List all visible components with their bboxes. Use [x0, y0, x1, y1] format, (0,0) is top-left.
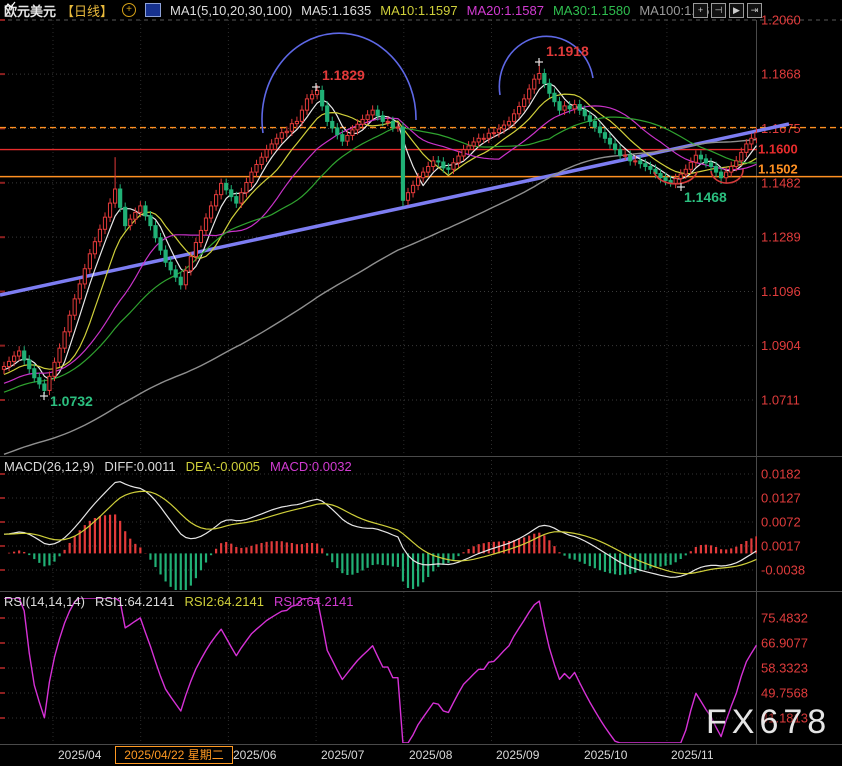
svg-text:58.3323: 58.3323	[761, 661, 808, 676]
svg-text:1.1502: 1.1502	[758, 162, 798, 177]
svg-text:66.9077: 66.9077	[761, 636, 808, 651]
play-forward-icon[interactable]: ▶	[729, 3, 744, 18]
svg-text:1.1289: 1.1289	[761, 230, 801, 245]
svg-text:49.7568: 49.7568	[761, 686, 808, 701]
ma30-value: MA30:1.1580	[553, 3, 630, 18]
ma-settings-label: MA1(5,10,20,30,100)	[170, 3, 292, 18]
svg-text:1.1096: 1.1096	[761, 284, 801, 299]
ma10-value: MA10:1.1597	[380, 3, 457, 18]
rsi2-value: RSI2:64.2141	[184, 594, 264, 609]
zoom-reset-icon[interactable]: ⊣	[711, 3, 726, 18]
svg-text:-0.0038: -0.0038	[761, 562, 805, 577]
svg-text:1.1482: 1.1482	[761, 175, 801, 190]
svg-text:1.1829: 1.1829	[322, 67, 365, 83]
selected-date-box: 2025/04/22 星期二	[115, 746, 233, 764]
macd-diff-value: DIFF:0.0011	[104, 459, 175, 474]
x-axis-label: 2025/07	[321, 748, 364, 762]
chart-header: 欧元美元 【日线】 + MA1(5,10,20,30,100) MA5:1.16…	[4, 1, 709, 19]
svg-text:1.0732: 1.0732	[50, 393, 93, 409]
svg-text:1.1918: 1.1918	[546, 43, 589, 59]
rsi-title: RSI(14,14,14)	[4, 594, 85, 609]
x-axis-label: 2025/11	[671, 748, 714, 762]
svg-text:0.0182: 0.0182	[761, 466, 801, 481]
svg-text:1.0904: 1.0904	[761, 338, 801, 353]
fx678-watermark: FX678	[706, 703, 831, 742]
svg-text:1.2060: 1.2060	[761, 13, 801, 28]
svg-text:1.1468: 1.1468	[684, 189, 727, 205]
x-axis-date-row: 2025/04/22 星期二 2025/04 2025/06 2025/07 2025…	[0, 746, 842, 766]
svg-text:0.0072: 0.0072	[761, 514, 801, 529]
svg-text:0.0017: 0.0017	[761, 538, 801, 553]
svg-text:0.0127: 0.0127	[761, 490, 801, 505]
macd-macd-value: MACD:0.0032	[270, 459, 352, 474]
macd-panel-header: MACD(26,12,9) DIFF:0.0011 DEA:-0.0005 MA…	[4, 459, 352, 474]
macd-dea-value: DEA:-0.0005	[186, 459, 260, 474]
svg-text:1.1868: 1.1868	[761, 67, 801, 82]
shift-right-icon[interactable]: ⇥	[747, 3, 762, 18]
svg-text:75.4832: 75.4832	[761, 611, 808, 626]
pan-icon[interactable]: +	[693, 3, 708, 18]
rsi3-value: RSI3:64.2141	[274, 594, 354, 609]
chart-type-icon[interactable]	[145, 3, 161, 17]
x-axis-label: 2025/09	[496, 748, 539, 762]
rsi-panel-header: RSI(14,14,14) RSI1:64.2141 RSI2:64.2141 …	[4, 594, 353, 609]
trading-chart-window: 1.20601.18681.16751.14821.12891.10961.09…	[0, 0, 842, 766]
main-chart-canvas[interactable]: 1.20601.18681.16751.14821.12891.10961.09…	[0, 0, 842, 766]
macd-title: MACD(26,12,9)	[4, 459, 94, 474]
x-axis-label: 2025/06	[233, 748, 276, 762]
svg-text:1.1600: 1.1600	[758, 142, 798, 157]
x-axis-label: 2025/04	[58, 748, 101, 762]
add-indicator-icon[interactable]: +	[122, 3, 136, 17]
ma20-value: MA20:1.1587	[467, 3, 544, 18]
timeframe-label[interactable]: 【日线】	[61, 1, 113, 20]
x-axis-label: 2025/10	[584, 748, 627, 762]
x-axis-label: 2025/08	[409, 748, 452, 762]
svg-text:1.0711: 1.0711	[761, 392, 800, 407]
ma5-value: MA5:1.1635	[301, 3, 371, 18]
chart-toolbar: + ⊣ ▶ ⇥	[693, 3, 762, 18]
rsi1-value: RSI1:64.2141	[95, 594, 175, 609]
